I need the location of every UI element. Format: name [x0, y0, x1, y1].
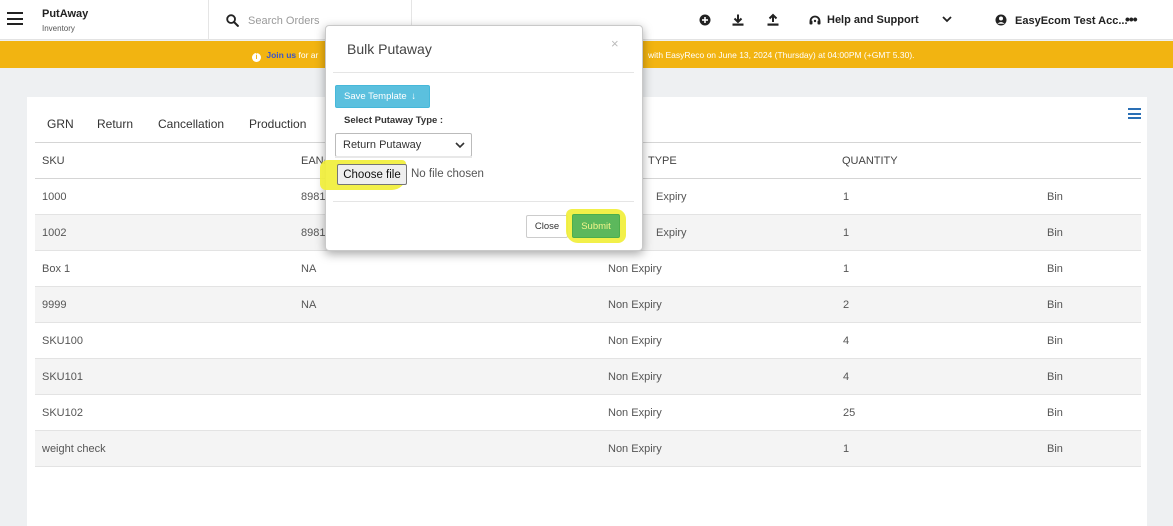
cell-quantity: 1 — [843, 443, 850, 455]
close-button[interactable]: Close — [526, 215, 568, 238]
cell-quantity: 4 — [843, 371, 850, 383]
cell-sku: SKU100 — [42, 335, 83, 347]
putaway-type-value: Return Putaway — [343, 139, 422, 151]
modal-title: Bulk Putaway — [347, 41, 432, 57]
app-title: PutAway — [42, 8, 89, 20]
banner-left-text: i Join us for ar — [252, 50, 318, 62]
search-icon — [226, 14, 239, 27]
banner-text-left: for ar — [298, 50, 319, 60]
column-header-sku: SKU — [42, 155, 65, 167]
cell-type: Non Expiry — [608, 407, 662, 419]
cell-bin[interactable]: Bin — [1047, 299, 1063, 311]
cell-quantity: 1 — [843, 263, 850, 275]
arrow-down-icon: ↓ — [411, 91, 417, 102]
download-icon[interactable] — [731, 13, 745, 27]
cell-bin[interactable]: Bin — [1047, 371, 1063, 383]
cell-bin[interactable]: Bin — [1047, 443, 1063, 455]
close-icon[interactable]: × — [611, 36, 619, 51]
cell-quantity: 25 — [843, 407, 856, 419]
cell-type: Non Expiry — [608, 371, 662, 383]
headset-icon[interactable] — [808, 13, 822, 27]
cell-sku: weight check — [42, 443, 106, 455]
cell-ean: 8981 — [301, 191, 326, 203]
cell-type: Expiry — [656, 227, 687, 239]
account-name[interactable]: EasyEcom Test Acc... — [1015, 15, 1128, 27]
header-divider — [208, 0, 209, 40]
save-template-label: Save Template — [344, 91, 407, 102]
cell-bin[interactable]: Bin — [1047, 191, 1063, 203]
column-header-quantity: QUANTITY — [842, 155, 898, 167]
cell-quantity: 4 — [843, 335, 850, 347]
hamburger-menu-icon[interactable] — [7, 12, 23, 25]
tab-return[interactable]: Return — [97, 117, 133, 131]
modal-footer-divider — [333, 201, 634, 202]
user-circle-icon[interactable] — [994, 13, 1008, 27]
join-us-link[interactable]: Join us — [266, 50, 296, 60]
chevron-down-icon[interactable] — [941, 14, 953, 24]
choose-file-button[interactable]: Choose file — [337, 164, 407, 185]
cell-bin[interactable]: Bin — [1047, 335, 1063, 347]
tab-production[interactable]: Production — [249, 117, 306, 131]
cell-ean: 8981 — [301, 227, 326, 239]
modal-divider — [333, 72, 634, 73]
cell-sku: SKU102 — [42, 407, 83, 419]
submit-button[interactable]: Submit — [572, 214, 620, 238]
cell-sku: 9999 — [42, 299, 67, 311]
cell-type: Non Expiry — [608, 335, 662, 347]
tab-grn[interactable]: GRN — [47, 117, 74, 131]
table-row[interactable]: SKU100 Non Expiry 4 Bin — [35, 323, 1141, 359]
cell-bin[interactable]: Bin — [1047, 227, 1063, 239]
cell-quantity: 2 — [843, 299, 850, 311]
list-menu-icon[interactable] — [1128, 108, 1141, 119]
cell-type: Expiry — [656, 191, 687, 203]
table-row[interactable]: weight check Non Expiry 1 Bin — [35, 431, 1141, 467]
add-circle-icon[interactable] — [698, 13, 712, 27]
putaway-type-label: Select Putaway Type : — [344, 115, 444, 126]
cell-ean: NA — [301, 299, 317, 311]
cell-ean: NA — [301, 263, 317, 275]
upload-icon[interactable] — [766, 13, 780, 27]
help-and-support-link[interactable]: Help and Support — [827, 14, 919, 26]
cell-quantity: 1 — [843, 191, 850, 203]
table-row[interactable]: SKU102 Non Expiry 25 Bin — [35, 395, 1141, 431]
banner-text-right: with EasyReco on June 13, 2024 (Thursday… — [648, 50, 915, 60]
more-options-icon[interactable]: ••• — [1125, 11, 1138, 27]
cell-type: Non Expiry — [608, 299, 662, 311]
cell-bin[interactable]: Bin — [1047, 407, 1063, 419]
info-icon: i — [252, 53, 261, 62]
cell-sku: 1002 — [42, 227, 67, 239]
chevron-down-icon — [455, 142, 465, 149]
cell-sku: 1000 — [42, 191, 67, 203]
table-row[interactable]: 9999 NA Non Expiry 2 Bin — [35, 287, 1141, 323]
table-row[interactable]: Box 1 NA Non Expiry 1 Bin — [35, 251, 1141, 287]
column-header-type: TYPE — [648, 155, 677, 167]
file-status-text: No file chosen — [411, 168, 484, 180]
app-subtitle: Inventory — [42, 24, 75, 33]
tab-cancellation[interactable]: Cancellation — [158, 117, 224, 131]
table-row[interactable]: SKU101 Non Expiry 4 Bin — [35, 359, 1141, 395]
cell-type: Non Expiry — [608, 443, 662, 455]
cell-bin[interactable]: Bin — [1047, 263, 1063, 275]
save-template-button[interactable]: Save Template ↓ — [335, 85, 430, 108]
cell-type: Non Expiry — [608, 263, 662, 275]
bulk-putaway-modal: Bulk Putaway × Save Template ↓ Select Pu… — [320, 25, 643, 251]
cell-sku: SKU101 — [42, 371, 83, 383]
cell-quantity: 1 — [843, 227, 850, 239]
cell-sku: Box 1 — [42, 263, 71, 275]
select-underline — [335, 156, 472, 158]
putaway-type-select[interactable]: Return Putaway — [335, 133, 472, 157]
